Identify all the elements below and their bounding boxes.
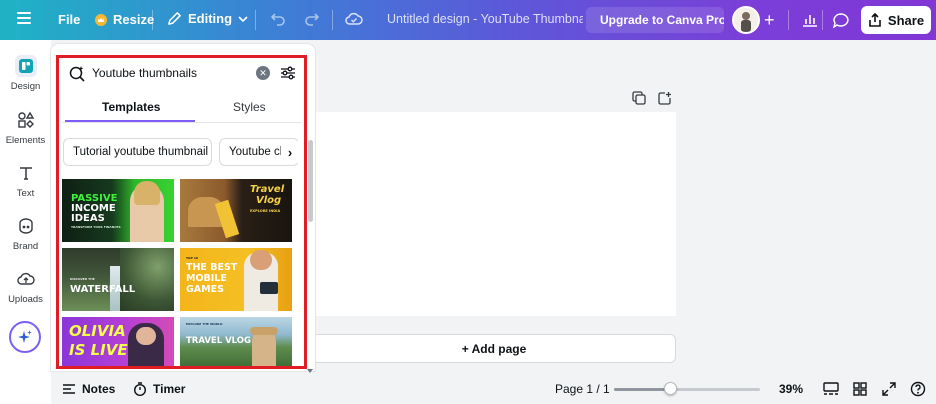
- text-icon: [15, 162, 37, 184]
- file-menu[interactable]: File: [58, 12, 80, 27]
- redo-button[interactable]: [304, 12, 320, 26]
- rail-item-text[interactable]: Text: [0, 162, 51, 199]
- magic-button[interactable]: [9, 321, 41, 353]
- zoom-slider-fill: [614, 388, 671, 391]
- add-collaborator-button[interactable]: +: [764, 10, 775, 31]
- scroll-thumb[interactable]: [308, 140, 313, 222]
- timer-button[interactable]: Timer: [133, 382, 185, 396]
- bar-chart-icon: [803, 15, 817, 27]
- uploads-icon: [15, 268, 37, 290]
- user-photo-icon: [741, 12, 751, 32]
- selection-highlight: [56, 55, 307, 369]
- elements-icon: [15, 109, 37, 131]
- avatar[interactable]: [732, 6, 760, 34]
- add-page-icon-button[interactable]: [658, 91, 672, 110]
- rail-item-uploads[interactable]: Uploads: [0, 268, 51, 305]
- top-bar: File Resize Editing Untitled design - Yo…: [0, 0, 936, 40]
- pages-icon: [823, 382, 839, 395]
- rail-item-design[interactable]: Design: [0, 55, 51, 92]
- fullscreen-button[interactable]: [880, 381, 898, 397]
- add-page-icon: [658, 92, 671, 105]
- comments-button[interactable]: [827, 7, 855, 33]
- divider: [152, 10, 153, 30]
- upgrade-button[interactable]: Upgrade to Canva Pro: [586, 7, 724, 33]
- insights-button[interactable]: [796, 7, 824, 33]
- grid-view-button[interactable]: [851, 381, 869, 397]
- copy-icon: [632, 91, 646, 105]
- expand-icon: [882, 382, 896, 396]
- notes-button[interactable]: Notes: [62, 382, 115, 396]
- page-view-button[interactable]: [822, 381, 840, 397]
- add-page-button[interactable]: + Add page: [312, 334, 676, 363]
- duplicate-page-button[interactable]: [632, 91, 646, 110]
- plus-icon: +: [764, 10, 775, 30]
- zoom-slider[interactable]: [614, 382, 760, 395]
- pencil-icon: [168, 12, 181, 25]
- scroll-down-arrow[interactable]: [306, 361, 314, 373]
- crown-icon: [95, 13, 107, 26]
- zoom-level[interactable]: 39%: [779, 382, 803, 396]
- design-icon: [14, 55, 37, 77]
- share-button[interactable]: Share: [861, 6, 931, 34]
- help-button[interactable]: [909, 381, 927, 397]
- cloud-check-icon: [345, 12, 363, 25]
- brand-icon: [15, 215, 37, 237]
- share-icon: [869, 13, 881, 27]
- design-title[interactable]: Untitled design - YouTube Thumbnail: [387, 12, 583, 26]
- menu-button[interactable]: [17, 12, 31, 24]
- rail-item-brand[interactable]: Brand: [0, 215, 51, 252]
- divider: [332, 10, 333, 30]
- page-indicator[interactable]: Page 1 / 1: [555, 382, 610, 396]
- divider: [822, 10, 823, 30]
- timer-icon: [134, 382, 146, 396]
- comment-icon: [833, 12, 849, 28]
- editing-mode-dropdown[interactable]: Editing: [167, 11, 248, 26]
- undo-button[interactable]: [270, 12, 286, 26]
- save-status-button[interactable]: [345, 11, 363, 25]
- undo-icon: [270, 13, 285, 26]
- rail-item-elements[interactable]: Elements: [0, 109, 51, 146]
- design-canvas[interactable]: [312, 112, 676, 316]
- divider: [255, 10, 256, 30]
- grid-icon: [853, 382, 867, 396]
- panel-scrollbar[interactable]: [307, 128, 314, 363]
- resize-button[interactable]: Resize: [95, 12, 154, 27]
- bottom-bar: Notes Timer Page 1 / 1: [51, 375, 936, 404]
- notes-icon: [63, 384, 75, 394]
- chevron-down-icon: [238, 15, 248, 22]
- help-icon: [910, 381, 926, 397]
- chevron-down-icon: [307, 369, 313, 373]
- redo-icon: [305, 13, 320, 26]
- divider: [788, 10, 789, 30]
- hamburger-icon: [17, 12, 31, 24]
- sparkle-icon: [18, 330, 32, 343]
